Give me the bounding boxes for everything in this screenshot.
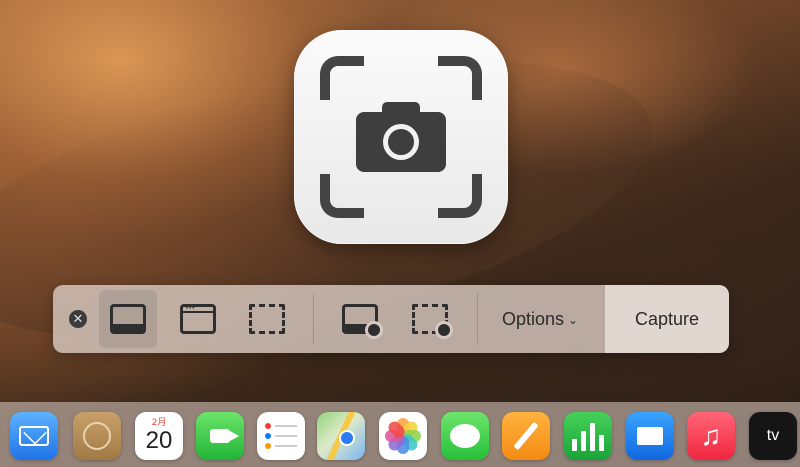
camera-lens <box>383 124 419 160</box>
calendar-day: 20 <box>145 427 173 454</box>
close-icon: ✕ <box>72 311 84 326</box>
envelope-icon <box>19 426 49 446</box>
screen-record-icon <box>342 304 383 339</box>
frame-corner-icon <box>320 56 364 100</box>
music-note-icon: ♫ <box>700 420 722 451</box>
options-menu-button[interactable]: Options ⌄ <box>485 290 595 348</box>
capture-selected-window-button[interactable]: ••• <box>169 290 227 348</box>
capture-label: Capture <box>634 308 700 329</box>
record-entire-screen-button[interactable] <box>331 290 389 348</box>
screen-icon <box>110 304 146 334</box>
frame-corner-icon <box>438 174 482 218</box>
chat-bubble-icon <box>450 424 480 448</box>
screenshot-toolbar: ✕ ••• Options ⌄ Capture <box>53 285 729 353</box>
dock: 2月 20 ♫ tv <box>0 402 800 467</box>
toolbar-divider <box>477 293 478 345</box>
frame-corner-icon <box>320 174 364 218</box>
dock-app-photos[interactable] <box>379 412 427 460</box>
dock-app-calendar[interactable]: 2月 20 <box>135 412 183 460</box>
capture-selected-portion-button[interactable] <box>238 290 296 348</box>
camera-icon <box>356 102 446 172</box>
capture-button[interactable]: Capture <box>605 285 729 353</box>
chevron-down-icon: ⌄ <box>567 313 579 327</box>
toolbar-divider <box>313 293 314 345</box>
close-button[interactable]: ✕ <box>69 310 87 328</box>
dock-app-contacts[interactable] <box>73 412 121 460</box>
record-selected-portion-button[interactable] <box>401 290 459 348</box>
record-dot-icon <box>365 321 383 339</box>
presentation-icon <box>637 427 663 445</box>
video-camera-icon <box>210 429 239 443</box>
selection-record-icon <box>412 304 453 339</box>
dock-app-tv[interactable]: tv <box>749 412 797 460</box>
window-icon: ••• <box>180 304 216 334</box>
record-dot-icon <box>435 321 453 339</box>
tv-label: tv <box>766 427 780 444</box>
pen-icon <box>513 421 539 451</box>
screenshot-app-icon <box>294 30 508 244</box>
dock-app-numbers[interactable] <box>564 412 612 460</box>
dock-app-messages[interactable] <box>441 412 489 460</box>
location-pin-icon <box>339 430 355 446</box>
dock-app-mail[interactable] <box>10 412 58 460</box>
dock-app-reminders[interactable] <box>257 412 305 460</box>
capture-entire-screen-button[interactable] <box>99 290 157 348</box>
dock-app-pages[interactable] <box>502 412 550 460</box>
dock-app-facetime[interactable] <box>196 412 244 460</box>
dock-app-music[interactable]: ♫ <box>687 412 735 460</box>
selection-icon <box>249 304 285 334</box>
dock-app-maps[interactable] <box>317 412 365 460</box>
frame-corner-icon <box>438 56 482 100</box>
options-label: Options <box>501 308 564 329</box>
dock-app-keynote[interactable] <box>626 412 674 460</box>
person-icon <box>83 422 111 450</box>
